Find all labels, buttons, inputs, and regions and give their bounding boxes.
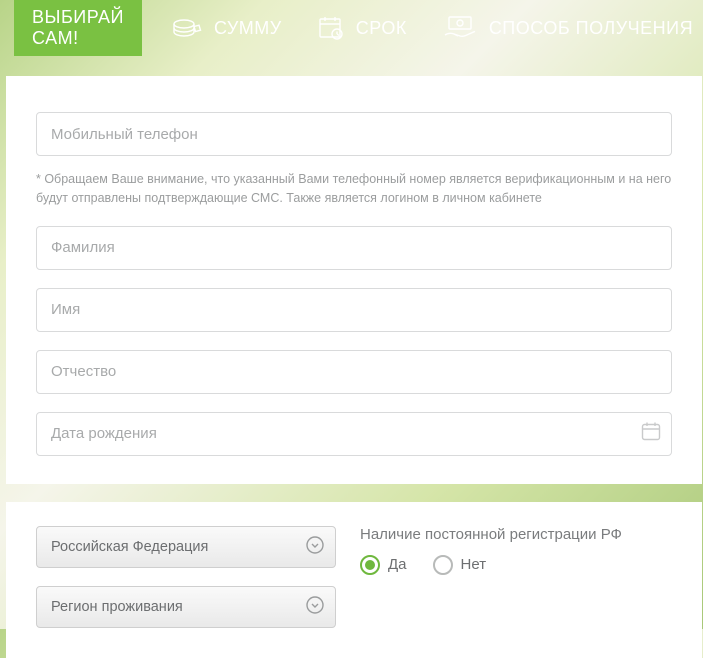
name-field-wrap xyxy=(36,288,672,332)
radio-no-label: Нет xyxy=(461,556,487,573)
region-select[interactable]: Регион проживания xyxy=(36,586,336,628)
dob-field-wrap xyxy=(36,412,672,456)
phone-input[interactable] xyxy=(36,112,672,156)
selects-column: Российская Федерация Регион проживания xyxy=(36,526,336,628)
step-term-label: СРОК xyxy=(356,18,407,39)
location-form-card: Российская Федерация Регион проживания Н… xyxy=(6,502,702,658)
step-delivery[interactable]: СПОСОБ ПОЛУЧЕНИЯ xyxy=(443,0,693,56)
choose-yourself-badge: ВЫБИРАЙ САМ! xyxy=(14,0,142,56)
patronymic-field-wrap xyxy=(36,350,672,394)
surname-field-wrap xyxy=(36,226,672,270)
country-select-value: Российская Федерация xyxy=(51,539,208,555)
personal-form-card: * Обращаем Ваше внимание, что указанный … xyxy=(6,76,702,484)
radio-circle-icon xyxy=(433,555,453,575)
radio-yes[interactable]: Да xyxy=(360,555,407,575)
radio-circle-icon xyxy=(360,555,380,575)
registration-block: Наличие постоянной регистрации РФ Да Нет xyxy=(360,526,672,628)
phone-field-wrap xyxy=(36,112,672,156)
radio-yes-label: Да xyxy=(388,556,407,573)
money-stack-icon xyxy=(172,17,202,39)
radio-no[interactable]: Нет xyxy=(433,555,487,575)
calendar-icon[interactable] xyxy=(640,420,662,447)
registration-radios: Да Нет xyxy=(360,555,672,575)
dob-input[interactable] xyxy=(36,412,672,456)
step-delivery-label: СПОСОБ ПОЛУЧЕНИЯ xyxy=(489,18,693,39)
step-amount-label: СУММУ xyxy=(214,18,282,39)
name-input[interactable] xyxy=(36,288,672,332)
patronymic-input[interactable] xyxy=(36,350,672,394)
region-select-value: Регион проживания xyxy=(51,599,183,615)
header-bar: ВЫБИРАЙ САМ! СУММУ СРОК xyxy=(0,0,703,56)
choose-yourself-label: ВЫБИРАЙ САМ! xyxy=(32,7,124,49)
country-select[interactable]: Российская Федерация xyxy=(36,526,336,568)
chevron-down-icon xyxy=(305,595,325,619)
chevron-down-icon xyxy=(305,535,325,559)
cash-hand-icon xyxy=(443,15,477,41)
registration-label: Наличие постоянной регистрации РФ xyxy=(360,526,672,543)
phone-note: * Обращаем Ваше внимание, что указанный … xyxy=(36,170,672,208)
step-amount[interactable]: СУММУ xyxy=(172,0,282,56)
surname-input[interactable] xyxy=(36,226,672,270)
calendar-clock-icon xyxy=(318,15,344,41)
step-term[interactable]: СРОК xyxy=(318,0,407,56)
